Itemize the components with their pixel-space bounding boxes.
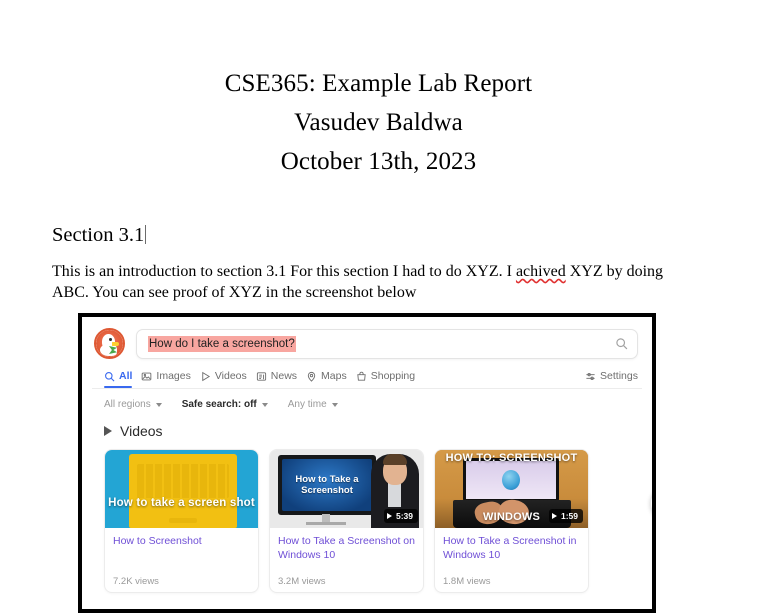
chevron-down-icon <box>155 402 162 407</box>
video-card-meta: How to Take a Screenshot on Windows 10 3… <box>270 528 423 592</box>
section-heading-row: Section 3.1 <box>52 222 691 248</box>
tab-shopping-label: Shopping <box>370 370 416 382</box>
search-filters: All regions Safe search: off Any time <box>82 389 652 410</box>
duckduckgo-logo-icon[interactable] <box>94 328 125 359</box>
shopping-bag-icon <box>357 371 366 381</box>
body-paragraph[interactable]: This is an introduction to section 3.1 F… <box>52 262 691 303</box>
video-card-rail: How to take a screen shot How to Screens… <box>82 439 652 593</box>
section-heading[interactable]: Section 3.1 <box>52 222 144 248</box>
chevron-down-icon <box>331 402 338 407</box>
duckduckgo-search-page: How do I take a screenshot? All Images V… <box>82 317 652 609</box>
search-nav-tabs: All Images Videos News Maps Shopping Set… <box>82 359 652 388</box>
play-icon <box>551 513 557 519</box>
video-title[interactable]: How to Take a Screenshot on Windows 10 <box>278 535 415 562</box>
document-body: Section 3.1 This is an introduction to s… <box>0 222 757 303</box>
tab-videos[interactable]: Videos <box>200 368 256 388</box>
filter-time[interactable]: Any time <box>288 399 338 410</box>
tab-settings[interactable]: Settings <box>585 368 638 388</box>
tab-all-label: All <box>119 370 133 382</box>
video-card[interactable]: How to take a screen shot How to Screens… <box>104 449 259 593</box>
thumbnail-overlay-text: How to Take a Screenshot <box>295 474 359 496</box>
tab-videos-label: Videos <box>214 370 247 382</box>
video-thumbnail[interactable]: How to take a screen shot <box>105 450 258 528</box>
video-duration-badge: 1:59 <box>548 509 583 523</box>
video-title[interactable]: How to Screenshot <box>113 535 250 549</box>
play-icon <box>386 513 392 519</box>
document-title-block: CSE365: Example Lab Report Vasudev Baldw… <box>0 0 757 181</box>
video-thumbnail[interactable]: HOW TO: SCREENSHOT WINDOWS 1:59 <box>435 450 588 528</box>
video-card[interactable]: HOW TO: SCREENSHOT WINDOWS 1:59 How to T… <box>434 449 589 593</box>
video-card-meta: How to Take a Screenshot in Windows 10 1… <box>435 528 588 592</box>
search-icon <box>105 371 115 381</box>
report-date: October 13th, 2023 <box>280 148 477 175</box>
filter-region-label: All regions <box>104 399 151 410</box>
tab-shopping[interactable]: Shopping <box>356 368 424 388</box>
chevron-down-icon <box>261 402 268 407</box>
filter-region[interactable]: All regions <box>104 399 162 410</box>
video-card-meta: How to Screenshot 7.2K views <box>105 528 258 592</box>
search-row: How do I take a screenshot? <box>82 317 652 359</box>
play-icon <box>202 371 210 381</box>
filter-safe-search-label: Safe search: off <box>181 399 257 410</box>
tab-images-label: Images <box>156 370 191 382</box>
tab-images[interactable]: Images <box>141 368 199 388</box>
tab-settings-label: Settings <box>600 370 638 382</box>
report-author: Vasudev Baldwa <box>294 109 463 136</box>
video-thumbnail[interactable]: How to Take a Screenshot 5:39 <box>270 450 423 528</box>
image-icon <box>142 372 152 380</box>
misspelled-word[interactable]: achived <box>516 263 566 280</box>
tab-all[interactable]: All <box>104 368 141 388</box>
video-duration-badge: 5:39 <box>383 509 418 523</box>
news-icon <box>256 371 266 381</box>
video-title[interactable]: How to Take a Screenshot in Windows 10 <box>443 535 580 562</box>
tab-news-label: News <box>270 370 298 382</box>
video-views: 1.8M views <box>443 576 491 587</box>
videos-heading-label: Videos <box>120 423 163 439</box>
video-duration: 5:39 <box>395 511 413 521</box>
video-duration: 1:59 <box>560 511 578 521</box>
search-input[interactable]: How do I take a screenshot? <box>136 328 638 359</box>
sliders-icon <box>586 372 595 380</box>
play-icon <box>104 426 112 436</box>
search-query-text: How do I take a screenshot? <box>148 335 296 352</box>
video-card[interactable]: How to Take a Screenshot 5:39 How to Tak… <box>269 449 424 593</box>
magnifier-icon[interactable] <box>615 337 628 350</box>
text-cursor <box>145 225 147 244</box>
embedded-screenshot-figure[interactable]: How do I take a screenshot? All Images V… <box>78 313 656 613</box>
report-title: CSE365: Example Lab Report <box>224 70 533 97</box>
paragraph-part-1: This is an introduction to section 3.1 F… <box>52 263 516 280</box>
thumbnail-overlay-text-top: HOW TO: SCREENSHOT <box>445 452 578 464</box>
filter-safe-search[interactable]: Safe search: off <box>182 399 268 410</box>
video-rail-next-button[interactable] <box>650 487 652 519</box>
thumbnail-overlay-text: How to take a screen shot <box>108 497 255 509</box>
video-views: 3.2M views <box>278 576 326 587</box>
map-pin-icon <box>307 371 316 382</box>
videos-section-heading: Videos <box>82 410 652 439</box>
filter-time-label: Any time <box>287 399 327 410</box>
tab-news[interactable]: News <box>256 368 306 388</box>
tab-maps-label: Maps <box>321 370 347 382</box>
video-views: 7.2K views <box>113 576 159 587</box>
tab-maps[interactable]: Maps <box>306 368 356 388</box>
